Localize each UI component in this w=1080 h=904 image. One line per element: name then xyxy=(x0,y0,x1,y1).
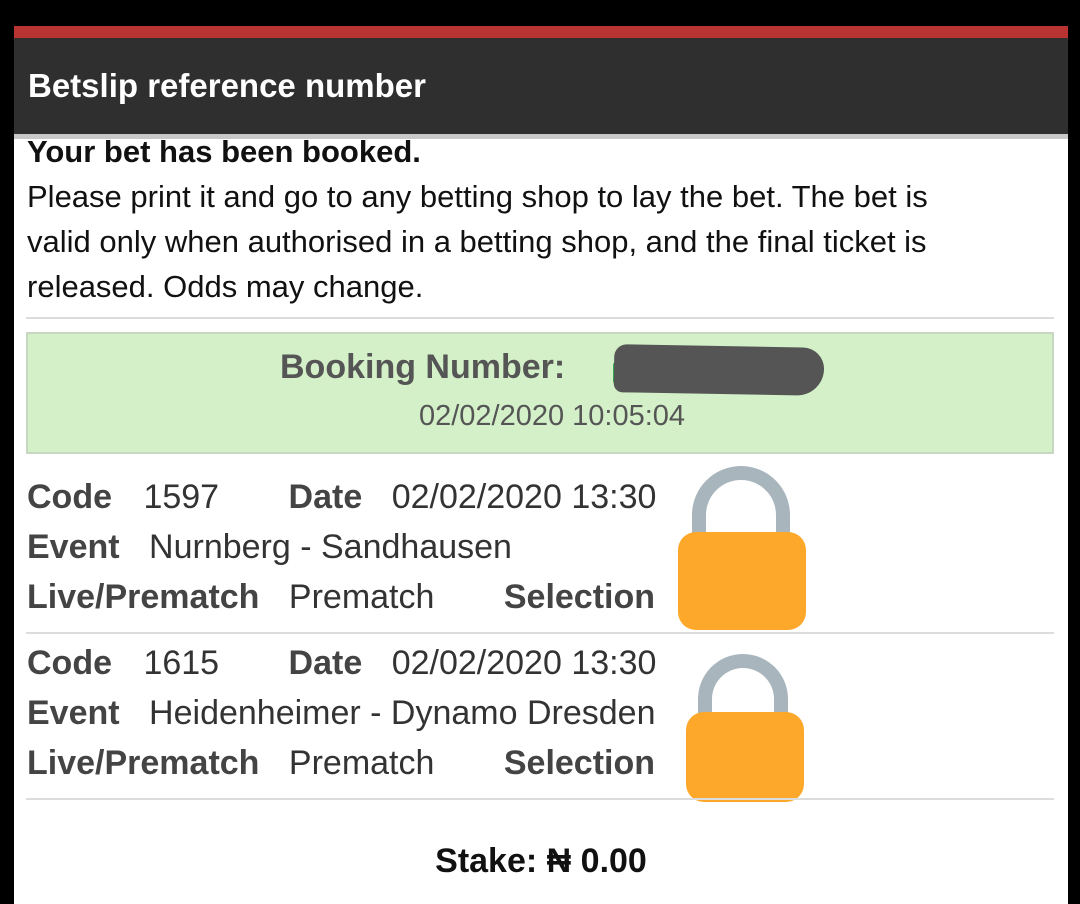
bet-mode: Prematch xyxy=(288,578,435,616)
bet-event: Heidenheimer - Dynamo Dresden xyxy=(149,694,656,732)
bet-mode-row: Live/Prematch Prematch Selection xyxy=(27,578,655,617)
divider xyxy=(26,798,1054,800)
bet-mode-row: Live/Prematch Prematch Selection xyxy=(27,744,655,783)
date-label: Date xyxy=(288,644,363,682)
selection-label: Selection xyxy=(503,578,656,616)
booking-number-panel: Booking Number: 02/02/2020 10:05:04 xyxy=(26,332,1054,454)
booking-number-label: Booking Number: xyxy=(280,348,566,386)
code-label: Code xyxy=(27,478,112,516)
stake-value: ₦ 0.00 xyxy=(546,842,647,880)
event-label: Event xyxy=(27,694,120,732)
bet-event-row: Event Heidenheimer - Dynamo Dresden xyxy=(27,694,656,733)
redacted-booking-number xyxy=(613,344,825,396)
event-label: Event xyxy=(27,528,120,566)
bet-date: 02/02/2020 13:30 xyxy=(391,478,657,516)
confirmation-text-line-3: released. Odds may change. xyxy=(27,269,424,304)
date-label: Date xyxy=(288,478,363,516)
confirmation-text-line-1: Please print it and go to any betting sh… xyxy=(27,179,928,214)
padlock-icon xyxy=(678,466,808,631)
bet-event: Nurnberg - Sandhausen xyxy=(149,528,512,566)
confirmation-headline: Your bet has been booked. xyxy=(27,134,421,169)
bet-date: 02/02/2020 13:30 xyxy=(391,644,657,682)
padlock-icon xyxy=(686,654,806,804)
booking-datetime: 02/02/2020 10:05:04 xyxy=(418,400,686,432)
betslip-card: Betslip reference number Your bet has be… xyxy=(14,26,1068,904)
bet-code: 1597 xyxy=(143,478,220,516)
bet-code-row: Code 1615 Date 02/02/2020 13:30 xyxy=(27,644,656,683)
booking-confirmation-message: Your bet has been booked. Please print i… xyxy=(27,129,1037,309)
divider xyxy=(26,632,1054,634)
divider xyxy=(26,317,1054,319)
stake-summary: Stake: ₦ 0.00 xyxy=(14,842,1068,881)
live-prematch-label: Live/Prematch xyxy=(27,578,260,616)
live-prematch-label: Live/Prematch xyxy=(27,744,260,782)
stake-label: Stake: xyxy=(435,842,538,880)
confirmation-text-line-2: valid only when authorised in a betting … xyxy=(27,224,927,259)
code-label: Code xyxy=(27,644,112,682)
accent-bar xyxy=(14,26,1068,38)
bet-event-row: Event Nurnberg - Sandhausen xyxy=(27,528,512,567)
bet-mode: Prematch xyxy=(288,744,435,782)
selection-label: Selection xyxy=(503,744,656,782)
bet-code: 1615 xyxy=(143,644,220,682)
bet-code-row: Code 1597 Date 02/02/2020 13:30 xyxy=(27,478,656,517)
page-title: Betslip reference number xyxy=(14,38,1068,134)
